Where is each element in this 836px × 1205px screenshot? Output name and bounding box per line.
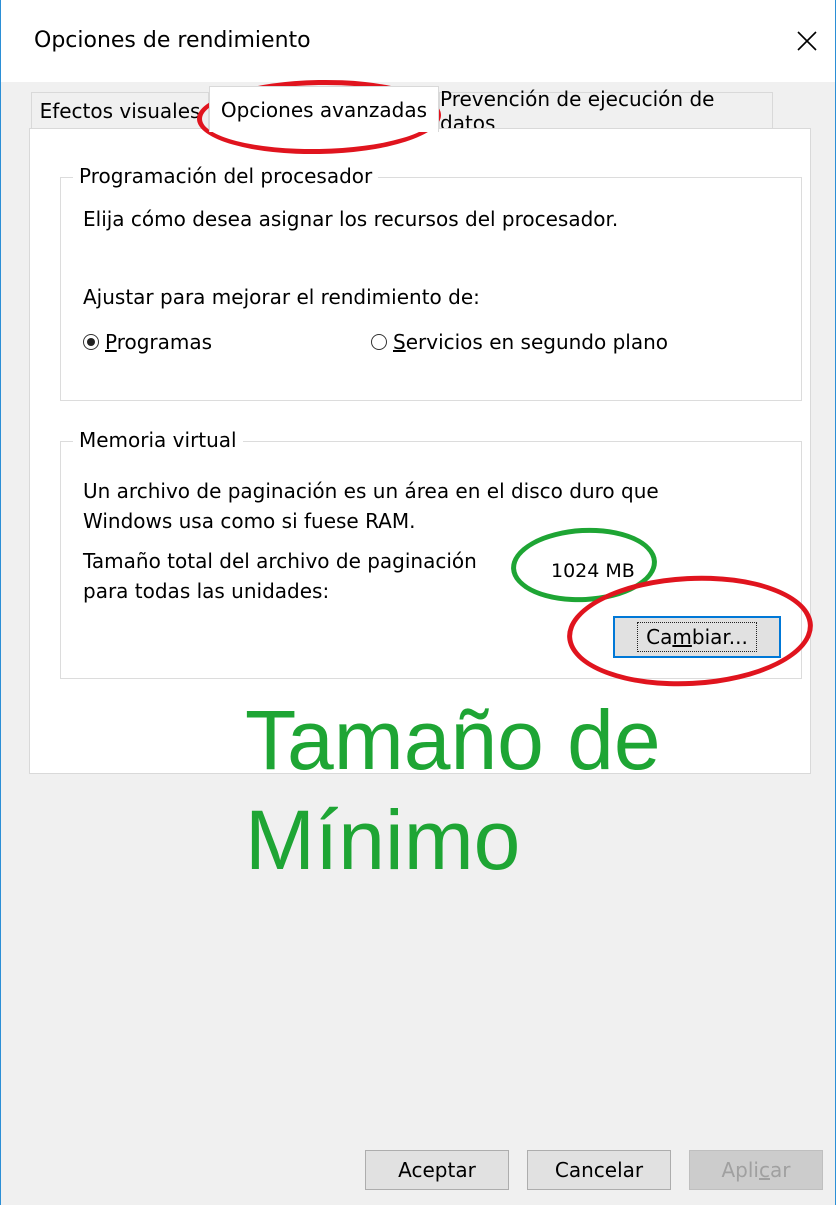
tab-advanced-options[interactable]: Opciones avanzadas (209, 86, 439, 132)
virtual-memory-description-line1: Un archivo de paginación es un área en e… (83, 479, 659, 503)
adjust-performance-label: Ajustar para mejorar el rendimiento de: (83, 285, 480, 309)
radio-programs-indicator (83, 334, 99, 350)
virtual-memory-description-line2: Windows usa como si fuese RAM. (83, 509, 416, 533)
radio-programs[interactable]: Programas (83, 330, 212, 354)
virtual-memory-legend: Memoria virtual (73, 428, 243, 452)
radio-programs-label: Programas (105, 330, 213, 354)
cancel-button[interactable]: Cancelar (527, 1150, 671, 1190)
radio-services-indicator (371, 334, 387, 350)
paging-size-label-line2: para todas las unidades: (83, 579, 330, 603)
tab-data-execution-prevention[interactable]: Prevención de ejecución de datos (439, 87, 773, 135)
tab-visual-effects[interactable]: Efectos visuales (31, 92, 209, 128)
close-icon (797, 31, 817, 51)
accept-button[interactable]: Aceptar (365, 1150, 509, 1190)
apply-button[interactable]: Aplicar (689, 1150, 823, 1190)
processor-scheduling-group: Programación del procesador Elija cómo d… (60, 164, 802, 401)
radio-services-label: Servicios en segundo plano (393, 330, 669, 354)
processor-description: Elija cómo desea asignar los recursos de… (83, 207, 619, 231)
radio-background-services[interactable]: Servicios en segundo plano (371, 330, 668, 354)
processor-scheduling-legend: Programación del procesador (73, 164, 379, 188)
annotation-line1: Tamaño de (245, 693, 661, 787)
paging-size-label-line1: Tamaño total del archivo de paginación (83, 549, 477, 573)
window-title: Opciones de rendimiento (34, 28, 311, 53)
annotation-line2: Mínimo (245, 793, 521, 887)
performance-options-dialog: Opciones de rendimiento Efectos visuales… (0, 0, 836, 1205)
close-button[interactable] (779, 16, 835, 66)
title-bar: Opciones de rendimiento (1, 0, 835, 82)
